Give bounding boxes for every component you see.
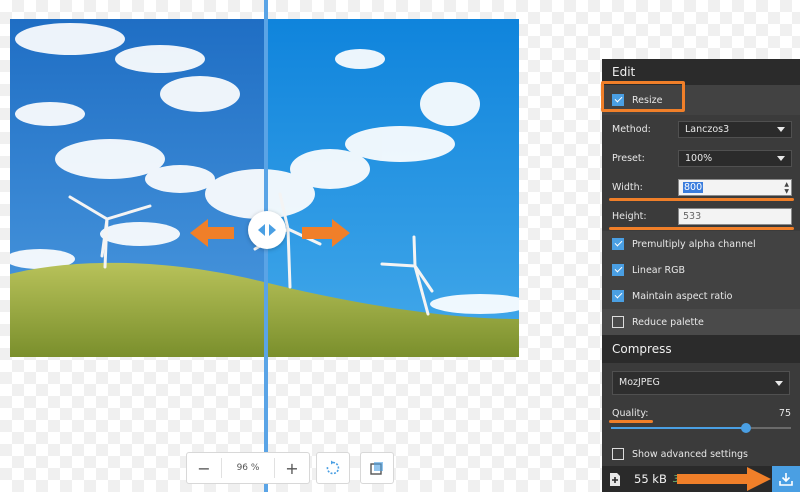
option-label: Reduce palette (632, 316, 704, 328)
option-label: Premultiply alpha channel (632, 238, 756, 250)
spinner-icon[interactable]: ▲ ▼ (784, 181, 789, 195)
add-file-icon[interactable] (608, 472, 622, 486)
zoom-out-button[interactable]: − (187, 453, 221, 483)
reduce-palette-checkbox[interactable] (612, 316, 624, 328)
method-select[interactable]: Lanczos3 (678, 121, 792, 138)
height-value: 533 (683, 211, 702, 222)
quality-slider-handle[interactable] (741, 423, 751, 433)
preset-select[interactable]: 100% (678, 150, 792, 167)
chevron-down-icon (777, 156, 785, 161)
chevron-down-icon (777, 127, 785, 132)
width-input[interactable]: 800 ▲ ▼ (678, 179, 792, 196)
option-row[interactable]: Reduce palette (602, 309, 800, 335)
quality-value: 75 (778, 407, 791, 419)
method-label: Method: (612, 124, 651, 135)
width-label: Width: (612, 182, 643, 193)
compare-handle[interactable] (248, 211, 286, 249)
width-value: 800 (683, 182, 704, 193)
quality-label: Quality: (612, 407, 649, 419)
download-icon (779, 473, 793, 486)
height-input[interactable]: 533 (678, 208, 792, 225)
rotate-button[interactable] (316, 452, 350, 484)
encoder-row: MozJPEG (602, 363, 800, 403)
encoder-select[interactable]: MozJPEG (612, 371, 790, 395)
resize-highlight (601, 81, 685, 112)
option-row[interactable]: Linear RGB (602, 257, 800, 283)
zoom-control: − 96 % + (186, 452, 310, 484)
preset-value: 100% (685, 153, 713, 164)
rotate-icon (326, 460, 340, 475)
height-underline (609, 227, 794, 230)
quality-underline (609, 420, 653, 423)
width-underline (609, 198, 794, 201)
encoder-value: MozJPEG (619, 377, 660, 388)
option-label: Linear RGB (632, 264, 686, 276)
split-arrows-icon (258, 224, 276, 236)
option-row[interactable]: Maintain aspect ratio (602, 283, 800, 309)
method-row: Method: Lanczos3 (602, 115, 800, 144)
right-annotation-arrow (302, 219, 350, 247)
advanced-settings-row[interactable]: Show advanced settings (602, 442, 800, 466)
quality-slider-fill (611, 427, 746, 429)
preset-row: Preset: 100% (602, 144, 800, 173)
linear-rgb-checkbox[interactable] (612, 264, 624, 276)
zoom-value[interactable]: 96 % (221, 458, 275, 478)
option-label: Maintain aspect ratio (632, 290, 733, 302)
left-annotation-arrow (190, 219, 234, 247)
advanced-settings-checkbox[interactable] (612, 448, 624, 460)
option-row[interactable]: Premultiply alpha channel (602, 231, 800, 257)
output-size: 55 kB (634, 472, 667, 486)
zoom-in-button[interactable]: + (275, 453, 309, 483)
maintain-aspect-checkbox[interactable] (612, 290, 624, 302)
fit-screen-button[interactable] (360, 452, 394, 484)
download-annotation-arrow (677, 467, 771, 491)
advanced-settings-label: Show advanced settings (632, 448, 748, 460)
height-label: Height: (612, 211, 647, 222)
fit-screen-icon (370, 462, 383, 475)
preset-label: Preset: (612, 153, 645, 164)
premultiply-checkbox[interactable] (612, 238, 624, 250)
method-value: Lanczos3 (685, 124, 730, 135)
download-button[interactable] (772, 466, 800, 492)
chevron-down-icon (775, 381, 783, 386)
compress-section-title: Compress (602, 335, 800, 363)
